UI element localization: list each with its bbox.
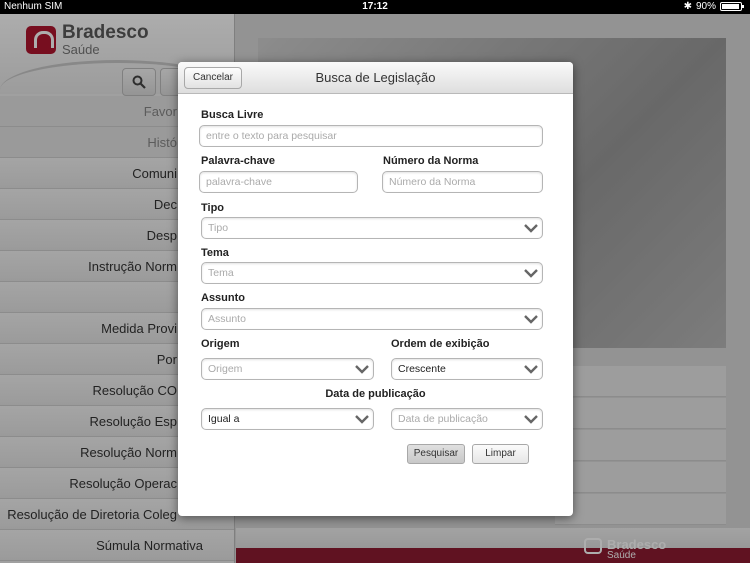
ordem-value: Crescente	[398, 363, 446, 375]
chevron-down-icon	[524, 313, 538, 325]
tema-value: Tema	[208, 267, 234, 279]
clock: 17:12	[362, 1, 388, 12]
numero-norma-input[interactable]: Número da Norma	[382, 171, 543, 193]
search-legislation-dialog: Cancelar Busca de Legislação Busca Livre…	[178, 62, 573, 516]
ordem-select[interactable]: Crescente	[391, 358, 543, 380]
busca-livre-input[interactable]: entre o texto para pesquisar	[199, 125, 543, 147]
limpar-button[interactable]: Limpar	[472, 444, 529, 464]
tema-label: Tema	[201, 247, 229, 259]
assunto-select[interactable]: Assunto	[201, 308, 543, 330]
chevron-down-icon	[524, 222, 538, 234]
data-publicacao-select[interactable]: Data de publicação	[391, 408, 543, 430]
dialog-title: Busca de Legislação	[315, 70, 436, 85]
data-operator-value: Igual a	[208, 413, 240, 425]
numero-norma-label: Número da Norma	[383, 155, 479, 167]
data-publicacao-value: Data de publicação	[398, 413, 488, 425]
chevron-down-icon	[524, 363, 538, 375]
origem-value: Origem	[208, 363, 243, 375]
assunto-label: Assunto	[201, 292, 245, 304]
tipo-select[interactable]: Tipo	[201, 217, 543, 239]
ordem-label: Ordem de exibição	[391, 338, 490, 350]
status-right: ✱ 90%	[683, 1, 744, 12]
chevron-down-icon	[524, 267, 538, 279]
battery-percent: 90%	[695, 1, 716, 12]
tema-select[interactable]: Tema	[201, 262, 543, 284]
bluetooth-icon: ✱	[683, 1, 692, 12]
data-operator-select[interactable]: Igual a	[201, 408, 374, 430]
origem-label: Origem	[201, 338, 240, 350]
data-publicacao-label: Data de publicação	[325, 388, 426, 400]
pesquisar-button[interactable]: Pesquisar	[407, 444, 465, 464]
tipo-label: Tipo	[201, 202, 225, 214]
origem-select[interactable]: Origem	[201, 358, 374, 380]
chevron-down-icon	[355, 363, 369, 375]
assunto-value: Assunto	[208, 313, 246, 325]
chevron-down-icon	[355, 413, 369, 425]
palavra-chave-label: Palavra-chave	[201, 155, 275, 167]
battery-icon	[720, 2, 744, 11]
dialog-header: Cancelar Busca de Legislação	[178, 62, 573, 94]
tipo-value: Tipo	[208, 222, 229, 234]
busca-livre-label: Busca Livre	[201, 109, 264, 121]
palavra-chave-input[interactable]: palavra-chave	[199, 171, 358, 193]
chevron-down-icon	[524, 413, 538, 425]
status-bar: Nenhum SIM 17:12 ✱ 90%	[0, 0, 750, 14]
